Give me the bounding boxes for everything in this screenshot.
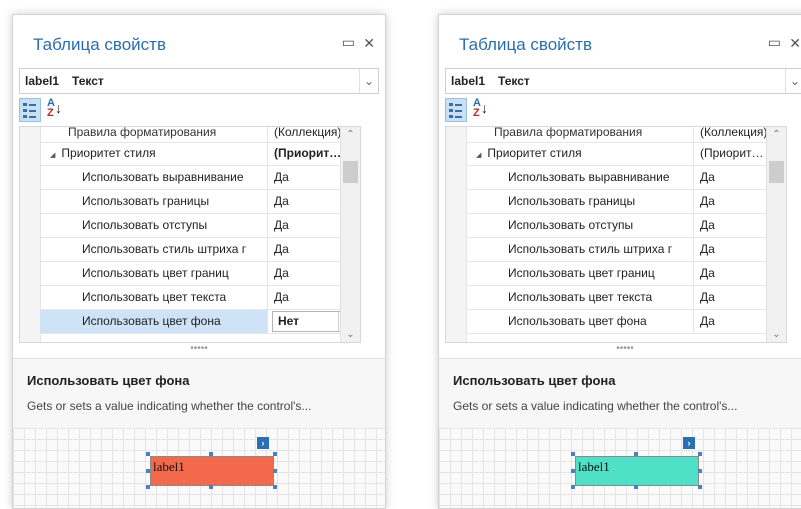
resize-handle[interactable] — [571, 469, 575, 473]
sort-alphabetical-icon[interactable]: A Z ↓ — [471, 97, 491, 120]
property-row[interactable]: Использовать цвет фона Да — [466, 310, 786, 334]
resize-handle[interactable] — [571, 452, 575, 456]
description-text: Gets or sets a value indicating whether … — [453, 399, 738, 413]
category-row[interactable]: ◢ Приоритет стиля (Приорит… — [466, 142, 786, 166]
property-row[interactable]: Использовать цвет границ Да — [466, 262, 786, 286]
resize-handle[interactable] — [146, 452, 150, 456]
property-row[interactable]: Использовать стиль штриха г Да — [466, 238, 786, 262]
designer-surface: label1 › — [13, 428, 385, 508]
chevron-down-icon[interactable]: ⌄ — [359, 69, 378, 93]
resize-handle[interactable] — [634, 452, 638, 456]
category-row[interactable]: ◢ Приоритет стиля (Приорит… — [40, 142, 360, 166]
categorized-view-icon[interactable] — [445, 98, 467, 122]
object-name: label1 — [25, 74, 60, 88]
grid-toolbar: A Z ↓ — [445, 97, 801, 123]
property-grid-panel-right: Таблица свойств ▭ ✕ label1 Текст ⌄ A Z ↓ П… — [438, 14, 801, 509]
minimize-icon[interactable]: ▭ — [342, 35, 355, 49]
property-row[interactable]: Использовать выравнивание Да — [40, 166, 360, 190]
label-control-text: label1 — [578, 459, 610, 474]
property-row[interactable]: Использовать цвет текста Да — [466, 286, 786, 310]
property-grid: Правила форматирования (Коллекция) ◢ Прио… — [445, 126, 787, 343]
description-title: Использовать цвет фона — [453, 373, 616, 388]
property-row[interactable]: Использовать стиль штриха г Да — [40, 238, 360, 262]
resize-handle[interactable] — [273, 452, 277, 456]
object-name: label1 — [451, 74, 486, 88]
scroll-up-icon[interactable]: ⌃ — [341, 129, 360, 140]
property-row[interactable]: Использовать цвет границ Да — [40, 262, 360, 286]
resize-handle[interactable] — [273, 485, 277, 489]
splitter-handle[interactable]: ••••• — [439, 344, 801, 356]
panel-titlebar: Таблица свойств ▭ ✕ — [13, 15, 385, 65]
minimize-icon[interactable]: ▭ — [768, 35, 781, 49]
panel-title: Таблица свойств — [459, 35, 592, 54]
property-row-selected[interactable]: Использовать цвет фона Нет ⌄ — [40, 310, 360, 334]
property-grid: Правила форматирования (Коллекция) ◢ Прио… — [19, 126, 361, 343]
property-row[interactable]: Использовать цвет текста Да — [40, 286, 360, 310]
sort-alphabetical-icon[interactable]: A Z ↓ — [45, 97, 65, 120]
resize-handle[interactable] — [209, 452, 213, 456]
label-control[interactable]: label1 — [150, 456, 274, 486]
description-text: Gets or sets a value indicating whether … — [27, 399, 312, 413]
dropdown-value: Нет — [278, 314, 300, 328]
scroll-up-icon[interactable]: ⌃ — [767, 129, 786, 140]
scroll-down-icon[interactable]: ⌄ — [341, 329, 360, 340]
chevron-down-icon[interactable]: ⌄ — [785, 69, 801, 93]
description-pane: Использовать цвет фона Gets or sets a va… — [13, 358, 385, 429]
resize-handle[interactable] — [571, 485, 575, 489]
property-row[interactable]: Использовать выравнивание Да — [466, 166, 786, 190]
grid-toolbar: A Z ↓ — [19, 97, 379, 123]
label-control-text: label1 — [153, 459, 185, 474]
property-grid-panel-left: Таблица свойств ▭ ✕ label1 Текст ⌄ A Z ↓ П… — [12, 14, 386, 509]
scroll-down-icon[interactable]: ⌄ — [767, 329, 786, 340]
description-title: Использовать цвет фона — [27, 373, 190, 388]
property-row[interactable]: Правила форматирования (Коллекция) — [40, 127, 360, 143]
property-row[interactable]: Использовать отступы Да — [466, 214, 786, 238]
smart-tag-icon[interactable]: › — [683, 437, 695, 449]
resize-handle[interactable] — [146, 485, 150, 489]
description-pane: Использовать цвет фона Gets or sets a va… — [439, 358, 801, 429]
resize-handle[interactable] — [698, 452, 702, 456]
resize-handle[interactable] — [634, 485, 638, 489]
label-control[interactable]: label1 — [575, 456, 699, 486]
categorized-view-icon[interactable] — [19, 98, 41, 122]
resize-handle[interactable] — [698, 485, 702, 489]
panel-title: Таблица свойств — [33, 35, 166, 54]
designer-surface: label1 › — [439, 428, 801, 508]
expander-icon[interactable]: ◢ — [476, 152, 481, 159]
scroll-thumb[interactable] — [343, 161, 358, 183]
object-selector[interactable]: label1 Текст ⌄ — [445, 68, 801, 94]
property-row[interactable]: Правила форматирования (Коллекция) — [466, 127, 786, 143]
property-row[interactable]: Использовать границы Да — [40, 190, 360, 214]
resize-handle[interactable] — [146, 469, 150, 473]
smart-tag-icon[interactable]: › — [257, 437, 269, 449]
object-type: Текст — [498, 74, 530, 88]
expander-icon[interactable]: ◢ — [50, 152, 55, 159]
resize-handle[interactable] — [273, 469, 277, 473]
scroll-thumb[interactable] — [769, 161, 784, 183]
vertical-scrollbar[interactable]: ⌃ ⌄ — [766, 127, 786, 342]
resize-handle[interactable] — [698, 469, 702, 473]
object-selector[interactable]: label1 Текст ⌄ — [19, 68, 379, 94]
panel-titlebar: Таблица свойств ▭ ✕ — [439, 15, 801, 65]
close-icon[interactable]: ✕ — [789, 36, 801, 50]
splitter-handle[interactable]: ••••• — [13, 344, 385, 356]
property-row[interactable]: Использовать отступы Да — [40, 214, 360, 238]
object-type: Текст — [72, 74, 104, 88]
property-row[interactable]: Использовать границы Да — [466, 190, 786, 214]
vertical-scrollbar[interactable]: ⌃ ⌄ — [340, 127, 360, 342]
resize-handle[interactable] — [209, 485, 213, 489]
close-icon[interactable]: ✕ — [363, 36, 375, 50]
